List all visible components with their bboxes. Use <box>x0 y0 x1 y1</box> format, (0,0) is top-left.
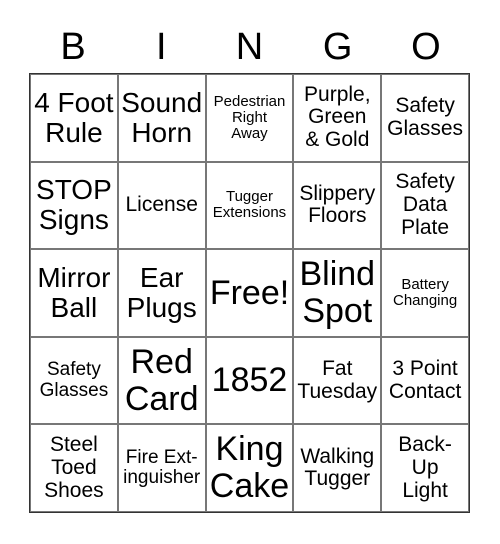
bingo-cell[interactable]: Tugger Extensions <box>205 161 294 250</box>
bingo-cell[interactable]: King Cake <box>205 424 294 512</box>
cell-label: King Cake <box>209 430 290 506</box>
header-letter-b: B <box>60 26 86 68</box>
cell-label: Back- Up Light <box>398 433 452 502</box>
cell-label: Safety Data Plate <box>395 170 455 239</box>
cell-label: Sound Horn <box>121 86 203 148</box>
cell-label: Red Card <box>124 342 199 418</box>
header-letter-o: O <box>411 26 441 68</box>
cell-label: Tugger Extensions <box>212 188 287 222</box>
cell-label: Slippery Floors <box>299 181 376 228</box>
bingo-cell[interactable]: Sound Horn <box>117 74 206 162</box>
bingo-cell[interactable]: Blind Spot <box>293 249 382 337</box>
bingo-cell[interactable]: 3 Point Contact <box>381 336 469 425</box>
cell-label: Steel Toed Shoes <box>44 433 104 502</box>
cell-label: Free! <box>209 273 290 312</box>
bingo-cell[interactable]: Pedestrian Right Away <box>205 74 294 162</box>
header-letter-n: N <box>235 26 264 68</box>
header-letter-i: I <box>156 26 167 68</box>
bingo-grid: 4 Foot Rule Sound Horn Pedestrian Right … <box>29 73 470 513</box>
cell-label: STOP Signs <box>36 174 112 236</box>
bingo-cell[interactable]: 4 Foot Rule <box>30 74 118 162</box>
bingo-cell[interactable]: Purple, Green & Gold <box>293 74 382 162</box>
cell-label: Purple, Green & Gold <box>304 82 371 152</box>
cell-label: Fire Ext- inguisher <box>123 446 201 489</box>
cell-label: Mirror Ball <box>37 261 111 323</box>
bingo-cell[interactable]: Fire Ext- inguisher <box>117 424 206 512</box>
cell-label: Safety Glasses <box>387 94 464 140</box>
cell-label: Battery Changing <box>392 275 458 309</box>
bingo-cell[interactable]: Walking Tugger <box>293 424 382 512</box>
cell-label: 1852 <box>211 361 288 400</box>
bingo-cell[interactable]: Ear Plugs <box>117 249 206 337</box>
bingo-cell[interactable]: Battery Changing <box>381 249 469 337</box>
bingo-cell[interactable]: Fat Tuesday <box>293 336 382 425</box>
bingo-cell[interactable]: Slippery Floors <box>293 161 382 250</box>
bingo-cell[interactable]: Safety Glasses <box>381 74 469 162</box>
bingo-cell[interactable]: Steel Toed Shoes <box>30 424 118 512</box>
cell-label: Ear Plugs <box>126 261 197 323</box>
cell-label: Blind Spot <box>299 255 376 330</box>
cell-label: Safety Glasses <box>39 359 109 401</box>
bingo-cell[interactable]: Safety Glasses <box>30 336 118 425</box>
bingo-cell[interactable]: Mirror Ball <box>30 249 118 337</box>
bingo-cell[interactable]: License <box>117 161 206 250</box>
bingo-header: B I N G O <box>29 22 470 72</box>
header-letter-g: G <box>322 26 353 68</box>
cell-label: 4 Foot Rule <box>34 86 114 148</box>
cell-label: Fat Tuesday <box>297 356 378 403</box>
free-space-cell[interactable]: Free! <box>205 249 294 337</box>
cell-label: Pedestrian Right Away <box>213 92 286 142</box>
cell-label: Walking Tugger <box>300 444 375 491</box>
bingo-cell[interactable]: STOP Signs <box>30 161 118 250</box>
bingo-cell[interactable]: Back- Up Light <box>381 424 469 512</box>
bingo-cell[interactable]: Safety Data Plate <box>381 161 469 250</box>
bingo-cell[interactable]: 1852 <box>205 336 294 425</box>
cell-label: License <box>125 193 198 217</box>
cell-label: 3 Point Contact <box>388 356 462 403</box>
bingo-cell[interactable]: Red Card <box>117 336 206 425</box>
